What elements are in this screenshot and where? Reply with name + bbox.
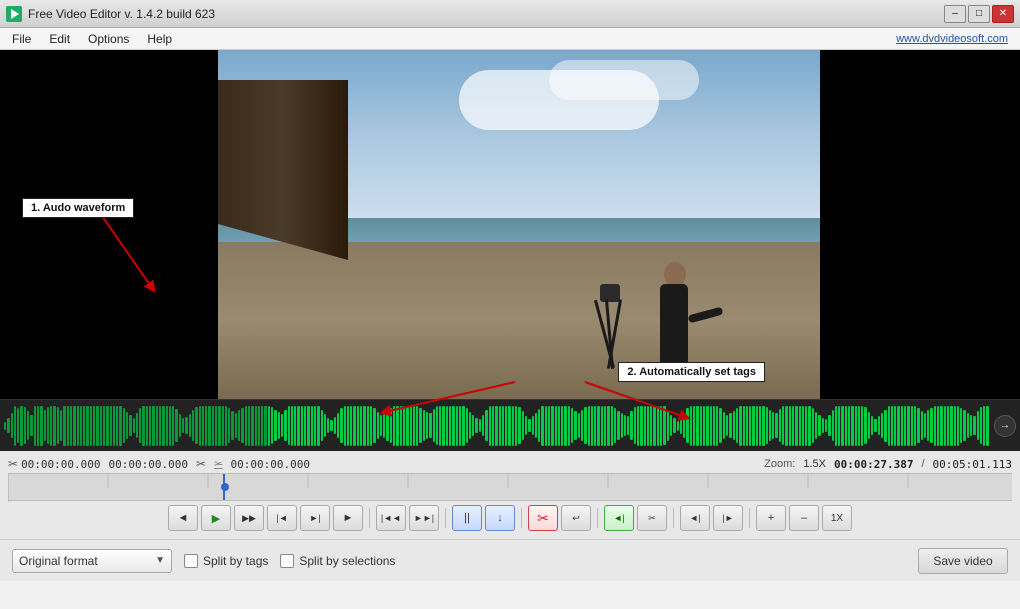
scissors-icon: ✂ (8, 457, 18, 471)
split-by-tags-group: Split by tags (184, 554, 268, 568)
window-controls: – □ ✕ (944, 5, 1014, 23)
pause-button[interactable]: || (452, 505, 482, 531)
split-by-tags-label: Split by tags (203, 554, 268, 568)
zoom-info: Zoom: 1.5X 00:00:27.387 / 00:05:01.113 (764, 458, 1012, 471)
timeline-ruler[interactable] (8, 473, 1012, 501)
dropdown-arrow-icon: ▼ (155, 555, 165, 566)
app-window: Free Video Editor v. 1.4.2 build 623 – □… (0, 0, 1020, 581)
separator-6 (749, 508, 750, 528)
zoom-label: Zoom: (764, 458, 795, 470)
menu-file[interactable]: File (4, 30, 39, 48)
separator-2 (445, 508, 446, 528)
split-by-selections-group: Split by selections (280, 554, 395, 568)
prev-frame-button[interactable]: |◄ (267, 505, 297, 531)
maximize-button[interactable]: □ (968, 5, 990, 23)
format-dropdown[interactable]: Original format ▼ (12, 549, 172, 573)
zoom-value: 1.5X (803, 458, 826, 470)
menu-options[interactable]: Options (80, 30, 137, 48)
cut-start-value: 00:00:00.000 (21, 458, 100, 471)
play-button[interactable]: ▶ (201, 505, 231, 531)
separator-3 (521, 508, 522, 528)
waveform-annotation: 1. Audo waveform (22, 198, 134, 218)
timecode-row: ✂ 00:00:00.000 00:00:00.000 ✂ ✂̶ 00:00:0… (8, 455, 1012, 473)
window-title: Free Video Editor v. 1.4.2 build 623 (28, 7, 944, 21)
waveform-scroll-button[interactable]: → (994, 415, 1016, 437)
split-by-selections-label: Split by selections (299, 554, 395, 568)
cut-start-group: ✂ 00:00:00.000 (8, 457, 101, 471)
waveform-container: → 2. Automatically set tags (0, 399, 1020, 451)
timeline-track[interactable] (8, 474, 1012, 500)
play-fast-button[interactable]: ▶▶ (234, 505, 264, 531)
menu-help[interactable]: Help (139, 30, 180, 48)
website-link[interactable]: www.dvdvideosoft.com (896, 33, 1016, 45)
cut-icon-2: ✂ (196, 457, 206, 471)
app-icon (6, 6, 22, 22)
next-cut-button[interactable]: |► (713, 505, 743, 531)
titlebar: Free Video Editor v. 1.4.2 build 623 – □… (0, 0, 1020, 28)
cut-end-value2: 00:00:00.000 (230, 458, 309, 471)
cut-end-group: 00:00:00.000 (109, 458, 188, 471)
prev-segment-button[interactable]: |◄◄ (376, 505, 406, 531)
zoom-in-button[interactable]: + (756, 505, 786, 531)
insert-marker-button[interactable]: ↓ (485, 505, 515, 531)
separator-5 (673, 508, 674, 528)
cut-end-value: 00:00:00.000 (109, 458, 188, 471)
close-button[interactable]: ✕ (992, 5, 1014, 23)
zoom-out-button[interactable]: – (789, 505, 819, 531)
separator-1 (369, 508, 370, 528)
uncut-button[interactable]: ↩ (561, 505, 591, 531)
go-to-prev-button[interactable]: ◄ (168, 505, 198, 531)
forward-button[interactable]: ► (333, 505, 363, 531)
split-button[interactable]: ✂ (637, 505, 667, 531)
tags-annotation: 2. Automatically set tags (618, 362, 765, 382)
waveform-display[interactable] (4, 404, 990, 448)
transport-controls: ◄ ▶ ▶▶ |◄ ►| ► |◄◄ ►►| || ↓ ✂ ↩ ◄| ✂ ◄| … (8, 501, 1012, 535)
split-by-selections-checkbox[interactable] (280, 554, 294, 568)
bottom-bar: Original format ▼ Split by tags Split by… (0, 539, 1020, 581)
split-by-tags-checkbox[interactable] (184, 554, 198, 568)
prev-cut-button[interactable]: ◄| (680, 505, 710, 531)
next-frame-button[interactable]: ►| (300, 505, 330, 531)
reset-zoom-button[interactable]: 1X (822, 505, 852, 531)
total-time: 00:05:01.113 (933, 458, 1012, 471)
save-video-button[interactable]: Save video (918, 548, 1008, 574)
menubar: File Edit Options Help www.dvdvideosoft.… (0, 28, 1020, 50)
minimize-button[interactable]: – (944, 5, 966, 23)
playhead-dot[interactable] (221, 483, 229, 491)
time-separator: / (921, 458, 924, 470)
ruler-marks-svg (8, 474, 1012, 502)
menu-edit[interactable]: Edit (41, 30, 78, 48)
controls-area: ✂ 00:00:00.000 00:00:00.000 ✂ ✂̶ 00:00:0… (0, 451, 1020, 539)
separator-4 (597, 508, 598, 528)
next-segment-button[interactable]: ►►| (409, 505, 439, 531)
current-time: 00:00:27.387 (834, 458, 913, 471)
mute-left-button[interactable]: ◄| (604, 505, 634, 531)
cut-icon-3: ✂̶ (214, 459, 222, 470)
cut-button[interactable]: ✂ (528, 505, 558, 531)
